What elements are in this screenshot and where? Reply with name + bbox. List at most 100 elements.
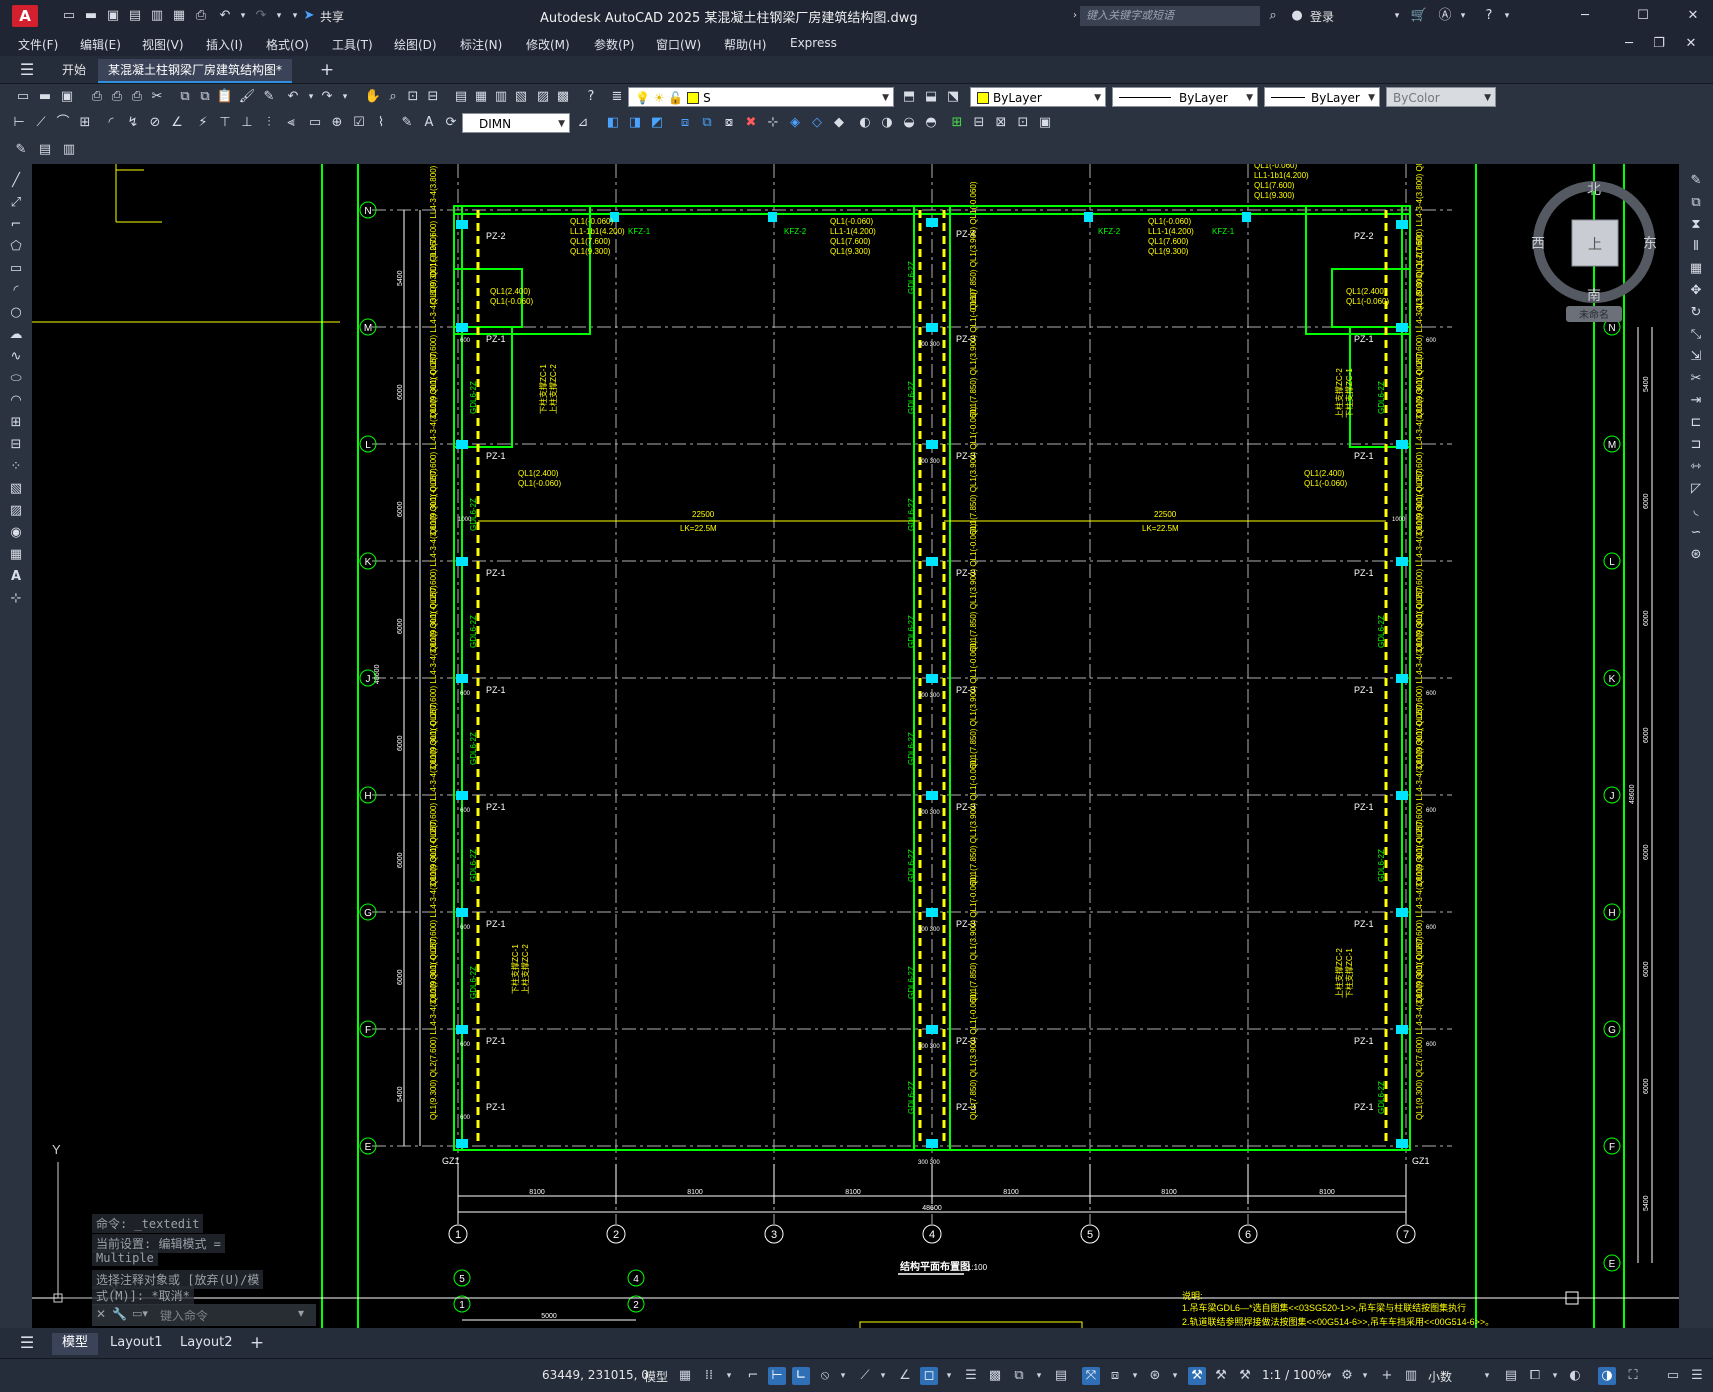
add-layout-icon[interactable]: + [248,1334,266,1352]
gizmo-dropdown-icon[interactable]: ▾ [1166,1367,1184,1385]
qnew-icon[interactable]: ▭ [14,88,32,106]
construction-line-icon[interactable]: ⤢ [7,194,25,212]
account-dropdown-icon[interactable]: ▾ [1454,7,1472,25]
doc-close-icon[interactable]: ✕ [1682,35,1700,53]
drawing-svg[interactable]: 22500 LK=22.5M 22500 LK=22.5M PZ-2 PZ-1 … [32,164,1679,1328]
autodesk-account-icon[interactable]: Ⓐ [1436,7,1454,25]
auto-scale-icon[interactable]: ⚒ [1212,1367,1230,1385]
add-selected-icon[interactable]: ⊹ [7,590,25,608]
insert-block-left-icon[interactable]: ⊞ [7,414,25,432]
workspace-dropdown-icon[interactable]: ▾ [1356,1367,1374,1385]
tab-active-drawing[interactable]: 某混凝土柱钢梁厂房建筑结构图* [98,59,293,83]
doc-minimize-icon[interactable]: ─ [1620,35,1638,53]
insert-block-icon[interactable]: ⊞ [948,114,966,132]
draworder-front-icon[interactable]: ◧ [604,114,622,132]
viewcube-east[interactable]: 东 [1643,235,1657,251]
hatch-back-icon[interactable]: ◓ [922,114,940,132]
share-icon[interactable]: ➤ [300,7,318,25]
isodraft-dropdown-icon[interactable]: ▾ [874,1367,892,1385]
polar-tracking-icon[interactable]: ⦸ [816,1367,834,1385]
menu-dimension[interactable]: 标注(N) [460,36,502,53]
hatch-icon[interactable]: ▧ [7,480,25,498]
sheet-set-icon[interactable]: ▧ [512,88,530,106]
rotate-icon[interactable]: ↻ [1687,304,1705,322]
erase-icon[interactable]: ✎ [1687,172,1705,190]
markup-icon[interactable]: ▨ [534,88,552,106]
graphics-performance-icon[interactable]: ◑ [1598,1367,1616,1385]
open-icon[interactable]: ▬ [36,88,54,106]
save-as-icon[interactable]: ▤ [126,7,144,25]
command-input[interactable]: 键入命令 [160,1307,208,1324]
dim-aligned-icon[interactable]: ⟋ [32,114,50,132]
help-tb-icon[interactable]: ? [582,88,600,106]
drawing-canvas[interactable]: 22500 LK=22.5M 22500 LK=22.5M PZ-2 PZ-1 … [32,164,1679,1328]
lineweight-display-icon[interactable]: ☰ [962,1367,980,1385]
dim-baseline-icon[interactable]: ⊤ [216,114,234,132]
login-dropdown-icon[interactable]: ▾ [1388,7,1406,25]
menu-view[interactable]: 视图(V) [142,36,184,53]
lock-dropdown-icon[interactable]: ▾ [1546,1367,1564,1385]
move-icon[interactable]: ✥ [1687,282,1705,300]
fullscreen-icon[interactable]: ▭ [1664,1367,1682,1385]
attach-xref-icon[interactable]: ⊟ [970,114,988,132]
menu-draw[interactable]: 绘图(D) [394,36,437,53]
ellipse-icon[interactable]: ⬭ [7,370,25,388]
units-dropdown-icon[interactable]: ▾ [1478,1367,1496,1385]
stretch-icon[interactable]: ⇲ [1687,348,1705,366]
group-remove-icon[interactable]: ✖ [742,114,760,132]
osnap-dropdown-icon[interactable]: ▾ [940,1367,958,1385]
snap-mode-icon[interactable]: ⁞⁞ [700,1367,718,1385]
coordinates-readout[interactable]: 63449, 231015, 0 [542,1368,649,1382]
join-icon[interactable]: ⇿ [1687,458,1705,476]
color-dropdown[interactable]: ByLayer ▼ [970,87,1106,107]
paste-icon[interactable]: 📋 [216,88,234,106]
zoom-previous-icon[interactable]: ⊟ [424,88,442,106]
object-snap-icon[interactable]: ◻ [920,1367,938,1385]
units-icon[interactable]: ▥ [1402,1367,1420,1385]
make-current-layer-icon[interactable]: ⬒ [900,88,918,106]
redo-tb-icon[interactable]: ↷ [318,88,336,106]
isolate-icon[interactable]: ◈ [786,114,804,132]
undo-icon[interactable]: ↶ [216,7,234,25]
isodraft-icon[interactable]: ⟋ [856,1367,874,1385]
ungroup-icon[interactable]: ⧉ [698,114,716,132]
new-file-icon[interactable]: ▭ [60,7,78,25]
polar-dropdown-icon[interactable]: ▾ [834,1367,852,1385]
copy-clip-icon[interactable]: ⧉ [196,88,214,106]
ortho-mode-icon[interactable]: ∟ [792,1367,810,1385]
undo-dropdown-icon[interactable]: ▾ [234,7,252,25]
quick-dim-icon[interactable]: ⚡ [194,114,212,132]
adjust-icon[interactable]: ⊡ [1014,114,1032,132]
dim-update-icon[interactable]: ⟳ [442,114,460,132]
attribute-edit-icon[interactable]: ✎ [12,141,30,159]
menu-insert[interactable]: 插入(I) [206,36,243,53]
save-web-icon[interactable]: ▦ [170,7,188,25]
layer-dropdown[interactable]: 💡 ☀ 🔓 S ▼ [628,87,894,107]
viewcube-south[interactable]: 南 [1587,287,1601,303]
plot-icon[interactable]: ⎙ [192,7,210,25]
menu-express[interactable]: Express [790,36,837,50]
copy-icon[interactable]: ⧉ [176,88,194,106]
rectangle-icon[interactable]: ▭ [7,260,25,278]
break-icon[interactable]: ⊐ [1687,436,1705,454]
text-front-icon[interactable]: ◐ [856,114,874,132]
selection-filter-icon[interactable]: ▤ [1052,1367,1070,1385]
make-block-icon[interactable]: ⊟ [7,436,25,454]
user-icon[interactable]: ● [1288,7,1306,25]
cut-icon[interactable]: ✂ [148,88,166,106]
tab-layout1[interactable]: Layout1 [100,1333,172,1355]
grid-display-icon[interactable]: ▦ [676,1367,694,1385]
dim-ordinate-icon[interactable]: ⊞ [76,114,94,132]
minimize-window-icon[interactable]: ─ [1576,7,1594,25]
viewcube-north[interactable]: 北 [1587,181,1601,197]
arc-icon[interactable]: ◜ [7,282,25,300]
scale-icon[interactable]: ⤡ [1687,326,1705,344]
help-dropdown-icon[interactable]: ▾ [1498,7,1516,25]
selection-cycling-icon[interactable]: ⧉ [1010,1367,1028,1385]
help-icon[interactable]: ? [1480,7,1498,25]
properties-icon[interactable]: ▤ [452,88,470,106]
table-icon[interactable]: ▦ [7,546,25,564]
mirror-icon[interactable]: ⧗ [1687,216,1705,234]
spline-icon[interactable]: ∿ [7,348,25,366]
group-edit-icon[interactable]: ⧇ [720,114,738,132]
